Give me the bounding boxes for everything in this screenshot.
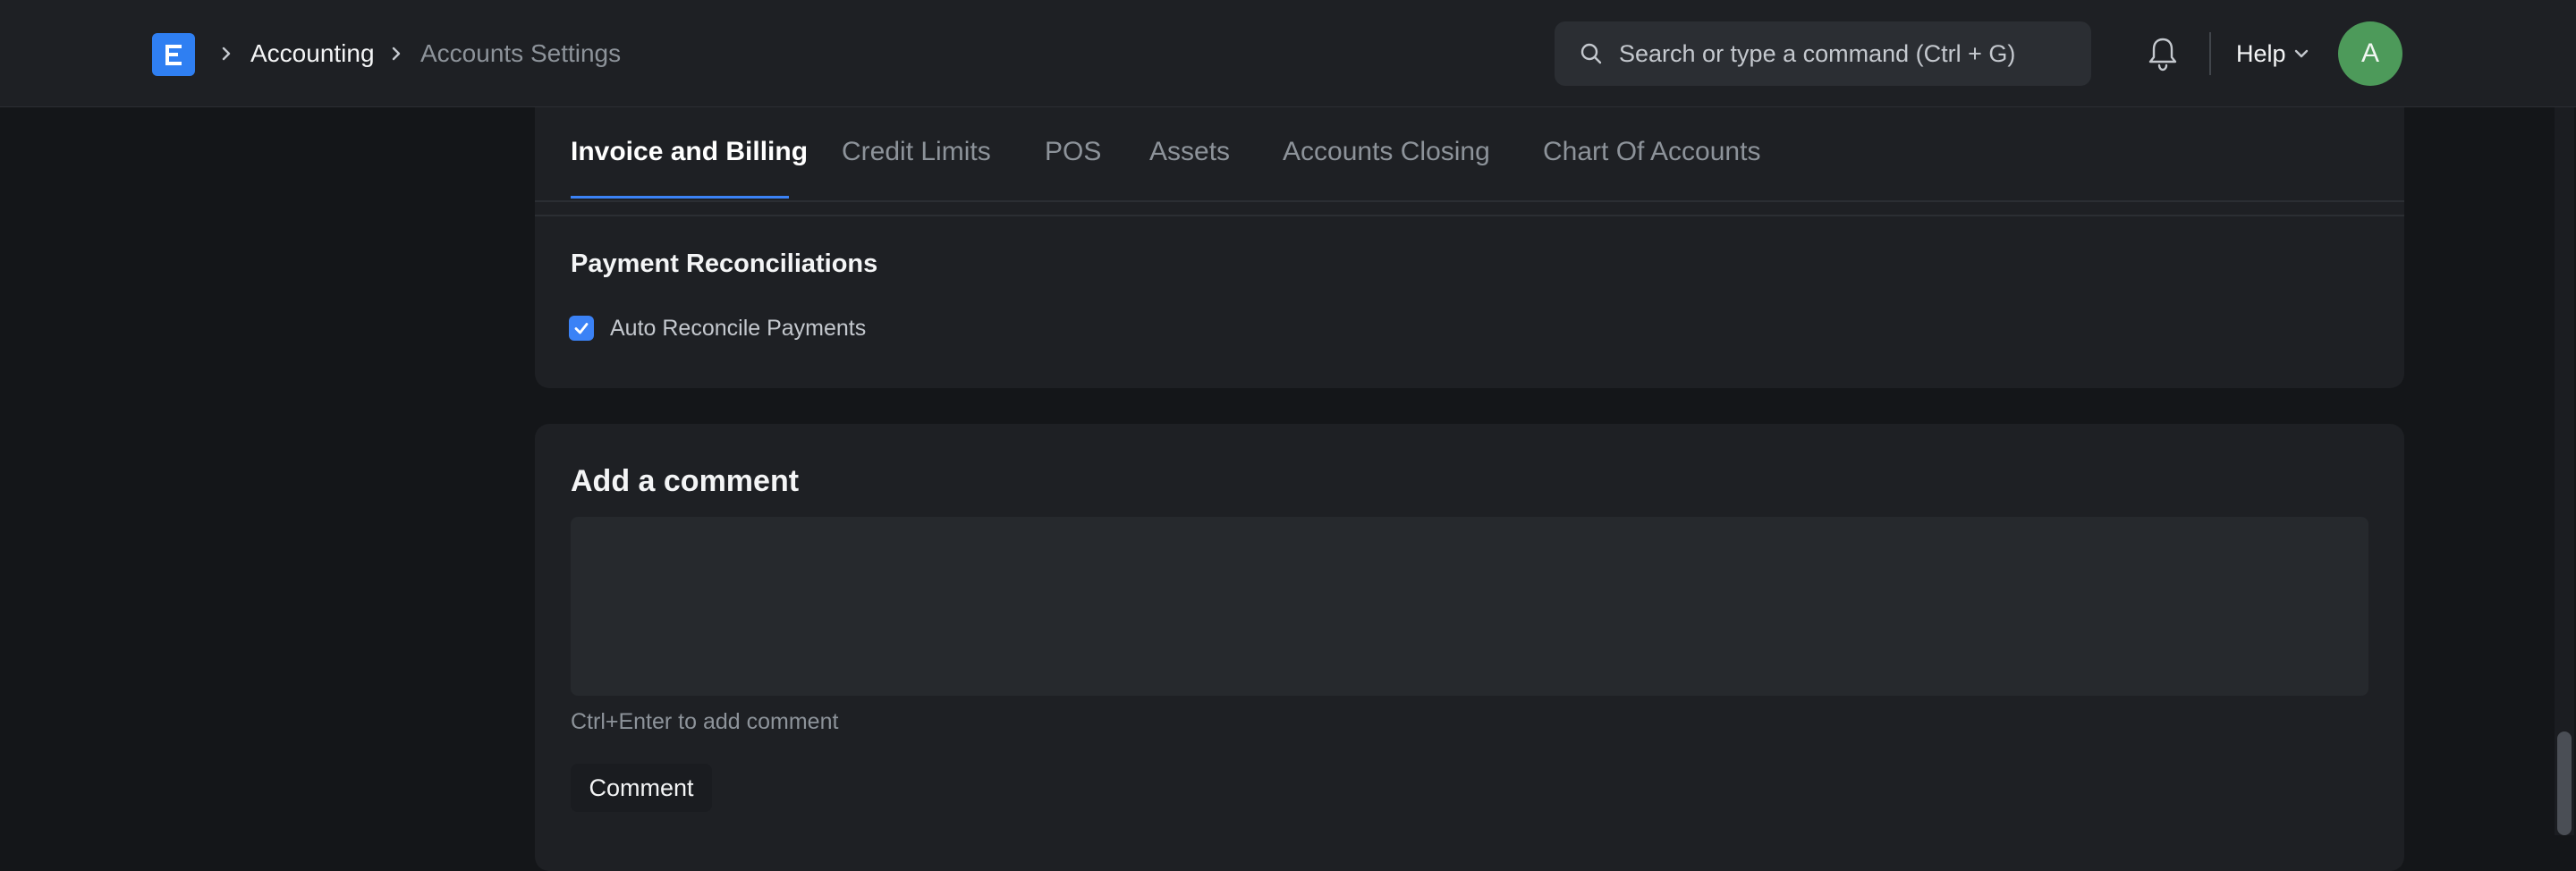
chevron-right-icon [222, 47, 231, 61]
search-input[interactable]: Search or type a command (Ctrl + G) [1555, 21, 2091, 86]
navbar: Accounting Accounts Settings Search or t… [0, 0, 2576, 107]
comment-title: Add a comment [571, 464, 800, 498]
chevron-down-icon[interactable] [2292, 47, 2310, 60]
section-divider [535, 215, 2404, 216]
app-logo[interactable] [152, 33, 195, 76]
tab-pos[interactable]: POS [1045, 134, 1101, 170]
help-menu-button[interactable]: Help [2236, 38, 2286, 70]
tab-credit-limits[interactable]: Credit Limits [842, 134, 991, 170]
check-icon [574, 323, 589, 334]
chevron-right-icon [392, 47, 401, 61]
active-tab-indicator [571, 196, 789, 199]
tab-assets[interactable]: Assets [1149, 134, 1230, 170]
search-placeholder: Search or type a command (Ctrl + G) [1619, 40, 2016, 67]
breadcrumb-accounts-settings[interactable]: Accounts Settings [420, 38, 621, 70]
comment-button[interactable]: Comment [571, 764, 712, 812]
tab-accounts-closing[interactable]: Accounts Closing [1283, 134, 1490, 170]
navbar-divider [2209, 32, 2211, 75]
user-avatar[interactable]: A [2338, 21, 2402, 86]
section-title: Payment Reconciliations [571, 249, 878, 278]
tabs-divider [535, 200, 2404, 202]
bell-icon[interactable] [2147, 36, 2179, 72]
auto-reconcile-label[interactable]: Auto Reconcile Payments [610, 313, 866, 343]
scrollbar-thumb[interactable] [2557, 731, 2572, 835]
tab-chart-of-accounts[interactable]: Chart Of Accounts [1543, 134, 1760, 170]
scrollbar-track[interactable] [2555, 107, 2574, 835]
search-icon [1580, 43, 1602, 64]
auto-reconcile-checkbox[interactable] [569, 316, 594, 341]
breadcrumb-accounting[interactable]: Accounting [250, 38, 375, 70]
comment-hint: Ctrl+Enter to add comment [571, 709, 839, 734]
comment-input[interactable] [571, 517, 2368, 696]
tab-invoice-and-billing[interactable]: Invoice and Billing [571, 134, 808, 170]
frappe-logo-icon [165, 45, 182, 65]
